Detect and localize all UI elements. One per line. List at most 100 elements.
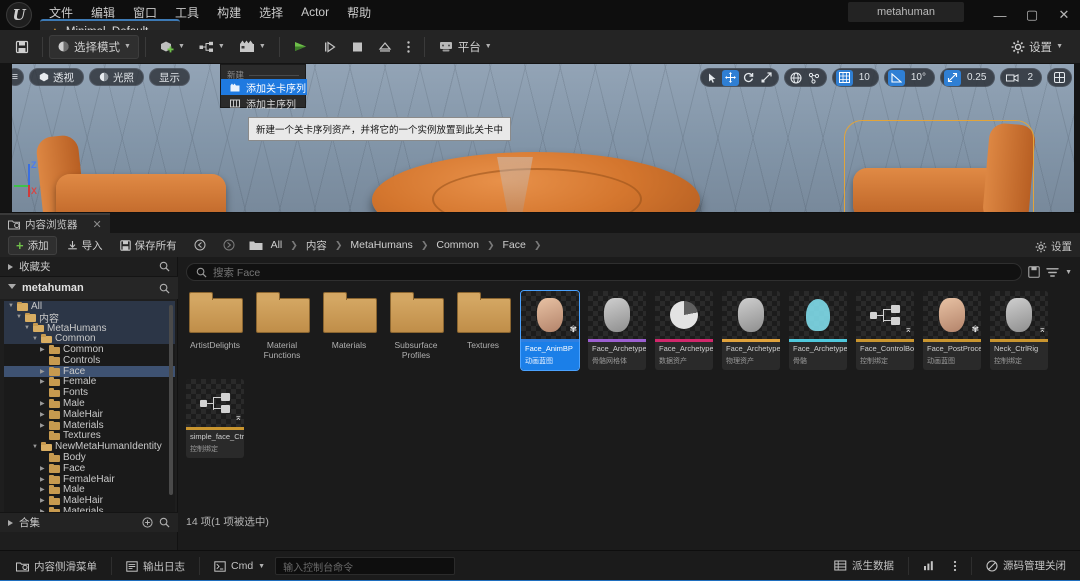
camera-speed-value[interactable]: 2 <box>1022 72 1038 83</box>
folder-item-material-functions[interactable]: Material Functions <box>253 291 311 370</box>
breadcrumb-all[interactable]: All <box>268 238 286 252</box>
tree-item-fonts[interactable]: Fonts <box>4 387 175 398</box>
forward-button[interactable] <box>216 236 242 255</box>
stop-button[interactable] <box>344 35 371 59</box>
tree-item-male[interactable]: ▶ Male <box>4 484 175 495</box>
asset-item-face-archetype-lodsettings[interactable]: Face_Archetype_LODSettings 数据资产 <box>655 291 713 370</box>
import-button[interactable]: 导入 <box>60 236 110 255</box>
search-icon[interactable] <box>159 261 170 272</box>
folder-tree[interactable]: ▼ All ▼ 内容 ▼ MetaHumans ▼ Common ▶ Common Controls… <box>4 301 175 531</box>
tree-item-textures[interactable]: Textures <box>4 430 175 441</box>
source-control-button[interactable]: 源码管理关闭 <box>978 556 1074 576</box>
more-options-button[interactable] <box>399 35 418 59</box>
select-arrow-icon[interactable] <box>704 70 721 86</box>
menu-item-actor[interactable]: Actor <box>292 2 338 22</box>
tree-item-male[interactable]: ▶ Male <box>4 398 175 409</box>
surface-snap-icon[interactable] <box>806 70 823 86</box>
folder-item-textures[interactable]: Textures <box>454 291 512 370</box>
console-command-input[interactable]: 输入控制台命令 <box>275 557 456 575</box>
asset-item-face-animbp[interactable]: ✾ Face_AnimBP 动画蓝图 <box>520 290 580 371</box>
grid-snap-icon[interactable] <box>835 69 853 86</box>
eject-button[interactable] <box>371 35 399 59</box>
angle-snap-icon[interactable] <box>887 69 905 86</box>
folder-item-subsurface-profiles[interactable]: Subsurface Profiles <box>387 291 445 370</box>
tree-item-materials[interactable]: ▶ Materials <box>4 420 175 431</box>
derived-data-button[interactable]: 派生数据 <box>826 556 902 576</box>
toolbar-settings-button[interactable]: 设置 ▼ <box>1004 35 1070 59</box>
chair-left[interactable] <box>35 130 226 212</box>
add-button[interactable]: + 添加 <box>8 235 57 255</box>
asset-grid[interactable]: ArtistDelights Material Functions Material… <box>186 290 1076 458</box>
search-icon[interactable] <box>159 283 170 294</box>
rotate-icon[interactable] <box>740 70 757 86</box>
tree-item-body[interactable]: Body <box>4 452 175 463</box>
play-button[interactable] <box>286 35 316 59</box>
search-input[interactable]: 搜索 Face <box>186 263 1023 281</box>
tree-item-common[interactable]: ▶ Common <box>4 344 175 355</box>
menu-item-select[interactable]: 选择 <box>250 1 292 24</box>
scale-icon[interactable] <box>758 70 775 86</box>
scale-snap-icon[interactable] <box>943 69 961 86</box>
tree-item-female[interactable]: ▶ Female <box>4 376 175 387</box>
breadcrumb-content[interactable]: 内容 <box>303 237 330 254</box>
collections-row[interactable]: 合集 <box>0 512 178 532</box>
filter-icon[interactable] <box>1046 267 1059 278</box>
menu-item-build[interactable]: 构建 <box>208 1 250 24</box>
asset-item-neck-ctrlrig[interactable]: ⌅ Neck_CtrlRig 控制绑定 <box>990 291 1048 370</box>
blueprint-button[interactable]: ▼ <box>192 35 232 59</box>
skip-button[interactable] <box>316 35 344 59</box>
back-button[interactable] <box>187 236 213 255</box>
tree-item-face[interactable]: ▶ Face <box>4 366 175 377</box>
asset-item-simple-face-ctrlrig[interactable]: ⌅ simple_face_CtrlRig 控制绑定 <box>186 379 244 458</box>
menu-item-add-master-sequence[interactable]: 添加主序列 <box>221 95 307 111</box>
search-icon[interactable] <box>159 517 170 528</box>
tree-item-metahumans[interactable]: ▼ MetaHumans <box>4 323 175 334</box>
camera-icon[interactable] <box>1004 70 1021 86</box>
save-button[interactable] <box>8 35 36 59</box>
asset-item-face-postprocess-anim[interactable]: ✾ Face_PostProcess_Anim... 动画蓝图 <box>923 291 981 370</box>
move-icon[interactable] <box>721 69 739 86</box>
asset-item-face-archetype-skeleton[interactable]: Face_Archetype_Skeleton 骨骼 <box>789 291 847 370</box>
tree-item-controls[interactable]: Controls <box>4 355 175 366</box>
close-icon[interactable]: ✕ <box>1048 0 1080 30</box>
chevron-down-icon[interactable]: ▼ <box>1065 269 1072 276</box>
folder-item-artistdelights[interactable]: ArtistDelights <box>186 291 244 370</box>
viewport-layout-icon[interactable] <box>1051 70 1068 86</box>
angle-snap-value[interactable]: 10° <box>906 72 931 83</box>
quick-add-button[interactable]: ▼ <box>152 35 192 59</box>
save-all-button[interactable]: 保存所有 <box>113 236 184 255</box>
tree-scrollbar[interactable] <box>169 305 173 495</box>
save-search-icon[interactable] <box>1028 266 1040 278</box>
level-viewport[interactable]: Z X ≡ 透视 光照 显示 10 10° 0.25 2 <box>0 64 1080 212</box>
globe-icon[interactable] <box>788 70 805 86</box>
select-mode-button[interactable]: 选择模式 ▼ <box>49 34 139 59</box>
asset-item-face-controlboard-ctrlrig[interactable]: ⌅ Face_ControlBoard_CtrlRig 控制绑定 <box>856 291 914 370</box>
content-drawer-button[interactable]: 内容侧滑菜单 <box>8 556 105 576</box>
platform-button[interactable]: 平台 ▼ <box>431 35 499 59</box>
asset-item-face-archetype[interactable]: Face_Archetype 骨骼网格体 <box>588 291 646 370</box>
unreal-logo-icon[interactable]: U <box>6 2 32 28</box>
scale-snap-value[interactable]: 0.25 <box>962 72 991 83</box>
breadcrumb-common[interactable]: Common <box>433 238 482 252</box>
output-log-button[interactable]: 输出日志 <box>118 556 193 576</box>
viewport-perspective-button[interactable]: 透视 <box>29 68 84 86</box>
tab-close-icon[interactable]: ✕ <box>93 218 102 231</box>
cmd-selector-button[interactable]: Cmd ▼ <box>206 556 273 576</box>
tree-item-newmetahumanidentity[interactable]: ▼ NewMetaHumanIdentity <box>4 441 175 452</box>
status-more-button[interactable] <box>945 556 965 576</box>
viewport-show-button[interactable]: 显示 <box>149 68 190 86</box>
asset-item-face-archetype-physics[interactable]: Face_Archetype_Physics 物理资产 <box>722 291 780 370</box>
source-selector-row[interactable]: metahuman <box>0 277 178 299</box>
tree-item-malehair[interactable]: ▶ MaleHair <box>4 495 175 506</box>
grid-snap-value[interactable]: 10 <box>854 72 875 83</box>
tree-item-face[interactable]: ▶ Face <box>4 463 175 474</box>
breadcrumb-metahumans[interactable]: MetaHumans <box>347 238 415 252</box>
viewport-lit-button[interactable]: 光照 <box>89 68 144 86</box>
tree-item-malehair[interactable]: ▶ MaleHair <box>4 409 175 420</box>
content-browser-settings-button[interactable]: 设置 <box>1035 237 1072 256</box>
add-collection-icon[interactable] <box>142 517 153 528</box>
stats-button[interactable] <box>915 556 943 576</box>
tree-item--[interactable]: ▼ 内容 <box>4 311 175 325</box>
maximize-icon[interactable]: ▢ <box>1016 0 1048 30</box>
cinematics-button[interactable]: ▼ <box>232 35 273 59</box>
